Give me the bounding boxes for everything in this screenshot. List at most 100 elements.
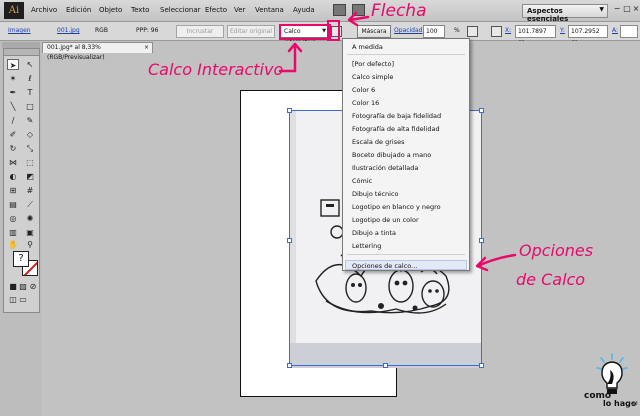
menu-item-preset[interactable]: [Por defecto] [352, 60, 394, 68]
scale-tool-icon[interactable]: ⤡ [24, 143, 36, 154]
magic-wand-tool-icon[interactable]: ✶ [7, 73, 19, 84]
menu-item-preset[interactable]: Calco simple [352, 73, 393, 81]
x-coordinate-input[interactable]: 101.7897 cn [515, 25, 556, 46]
trace-preset-dropdown: A medida [Por defecto] Calco simple Colo… [342, 38, 470, 271]
menu-item-preset[interactable]: Logotipo de un color [352, 216, 419, 224]
comolohago-logo: como lo hago .cl [584, 352, 639, 414]
blend-tool-icon[interactable]: ◎ [7, 213, 19, 224]
minimize-button[interactable]: − [612, 4, 622, 16]
opacity-label[interactable]: Opacidad [394, 27, 422, 34]
image-link[interactable]: Imagen [8, 27, 31, 34]
line-tool-icon[interactable]: ╲ [7, 101, 19, 112]
annotation-opciones: Opciones [519, 241, 594, 260]
close-icon[interactable]: × [144, 43, 149, 53]
mascara-button[interactable]: Máscara [357, 25, 391, 38]
pen-tool-icon[interactable]: ✒ [7, 87, 19, 98]
illustrator-app-icon[interactable]: Ai [4, 2, 24, 19]
resize-handle[interactable] [383, 363, 388, 368]
resize-handle[interactable] [287, 238, 292, 243]
resize-handle[interactable] [287, 363, 292, 368]
menu-ver[interactable]: Ver [234, 6, 245, 14]
incrustar-button[interactable]: Incrustar [176, 25, 224, 38]
document-tab[interactable]: 001.jpg* al 8,33% (RGB/Previsualizar) × [42, 42, 153, 61]
pencil-tool-icon[interactable]: ✎ [24, 115, 36, 126]
mesh-tool-icon[interactable]: # [24, 185, 36, 196]
menu-ventana[interactable]: Ventana [255, 6, 284, 14]
resize-handle[interactable] [287, 108, 292, 113]
resize-handle[interactable] [479, 108, 484, 113]
menu-item-preset[interactable]: Fotografía de baja fidelidad [352, 112, 441, 120]
rotate-tool-icon[interactable]: ↻ [7, 143, 19, 154]
tools-panel: ➤ ↖ ✶ ℓ ✒ T ╲ □ ∕ ✎ ✐ ◇ ↻ ⤡ ⋈ ⬚ ◐ ◩ ⊞ # … [3, 48, 40, 313]
align-icon[interactable] [467, 26, 478, 37]
screen-mode-icon[interactable]: ▭ [17, 294, 29, 305]
annotation-calco-interactivo: Calco Interactivo [148, 60, 284, 79]
menu-item-a-medida[interactable]: A medida [352, 43, 383, 51]
ppp-label: PPP: 96 [136, 27, 159, 34]
menu-separator [347, 254, 465, 255]
menu-bar: Ai Archivo Edición Objeto Texto Seleccio… [0, 0, 640, 23]
menu-item-preset[interactable]: Color 16 [352, 99, 379, 107]
menu-item-preset[interactable]: Boceto dibujado a mano [352, 151, 431, 159]
menu-objeto[interactable]: Objeto [99, 6, 122, 14]
arrange-documents-icon[interactable] [352, 4, 365, 16]
menu-texto[interactable]: Texto [131, 6, 149, 14]
selection-tool-icon[interactable]: ➤ [7, 59, 19, 70]
none-mode-icon[interactable]: ⊘ [27, 281, 39, 292]
eyedropper-tool-icon[interactable]: ⟋ [24, 199, 36, 210]
workspace-label: Aspectos esenciales [527, 7, 569, 23]
y-coordinate-input[interactable]: 107.2952 cn [568, 25, 608, 46]
artboard-tool-icon[interactable]: ▣ [24, 227, 36, 238]
fill-stroke-swatches[interactable]: ? [13, 251, 39, 277]
logo-text-suffix: .cl [631, 401, 638, 407]
menu-item-preset[interactable]: Lettering [352, 242, 381, 250]
close-window-button[interactable]: × [631, 4, 640, 16]
resize-handle[interactable] [479, 363, 484, 368]
opacity-input[interactable]: 100 [423, 25, 445, 38]
menu-item-preset[interactable]: Logotipo en blanco y negro [352, 203, 441, 211]
menu-item-preset[interactable]: Fotografía de alta fidelidad [352, 125, 440, 133]
width-input[interactable] [620, 25, 638, 38]
bridge-icon[interactable] [333, 4, 346, 16]
menu-item-preset[interactable]: Color 6 [352, 86, 375, 94]
document-tab-title: 001.jpg* al 8,33% (RGB/Previsualizar) [47, 44, 105, 61]
hand-tool-icon[interactable]: ✋ [7, 239, 19, 250]
reference-point-icon[interactable] [491, 26, 502, 37]
workspace-switcher[interactable]: Aspectos esenciales ▼ [522, 4, 608, 23]
menu-archivo[interactable]: Archivo [31, 6, 57, 14]
zoom-tool-icon[interactable]: ⚲ [24, 239, 36, 250]
free-transform-tool-icon[interactable]: ⬚ [24, 157, 36, 168]
menu-item-preset[interactable]: Ilustración detallada [352, 164, 418, 172]
fill-swatch[interactable]: ? [13, 251, 29, 267]
lightbulb-icon [596, 353, 628, 394]
rectangle-tool-icon[interactable]: □ [24, 101, 36, 112]
menu-seleccionar[interactable]: Seleccionar [160, 6, 201, 14]
paintbrush-tool-icon[interactable]: ∕ [7, 115, 19, 126]
menu-edicion[interactable]: Edición [66, 6, 91, 14]
direct-selection-tool-icon[interactable]: ↖ [24, 59, 36, 70]
width-tool-icon[interactable]: ⋈ [7, 157, 19, 168]
menu-item-preset[interactable]: Escala de grises [352, 138, 404, 146]
live-paint-tool-icon[interactable]: ◩ [24, 171, 36, 182]
menu-item-preset[interactable]: Dibujo a tinta [352, 229, 396, 237]
resize-handle[interactable] [479, 238, 484, 243]
menu-item-preset[interactable]: Dibujo técnico [352, 190, 399, 198]
shape-builder-tool-icon[interactable]: ◐ [7, 171, 19, 182]
gradient-tool-icon[interactable]: ▤ [7, 199, 19, 210]
percent-label: % [454, 27, 460, 34]
symbol-sprayer-tool-icon[interactable]: ✺ [24, 213, 36, 224]
menu-item-opciones-de-calco[interactable]: Opciones de calco... [352, 262, 417, 270]
lasso-tool-icon[interactable]: ℓ [24, 73, 36, 84]
file-link[interactable]: 001.jpg [57, 27, 80, 34]
tools-panel-header[interactable] [4, 49, 39, 56]
color-mode-label: RGB [95, 27, 108, 34]
perspective-grid-tool-icon[interactable]: ⊞ [7, 185, 19, 196]
menu-ayuda[interactable]: Ayuda [293, 6, 315, 14]
editar-original-button[interactable]: Editar original [227, 25, 275, 38]
menu-item-preset[interactable]: Cómic [352, 177, 372, 185]
menu-efecto[interactable]: Efecto [205, 6, 227, 14]
column-graph-tool-icon[interactable]: ▥ [7, 227, 19, 238]
eraser-tool-icon[interactable]: ◇ [24, 129, 36, 140]
type-tool-icon[interactable]: T [24, 87, 36, 98]
blob-brush-tool-icon[interactable]: ✐ [7, 129, 19, 140]
